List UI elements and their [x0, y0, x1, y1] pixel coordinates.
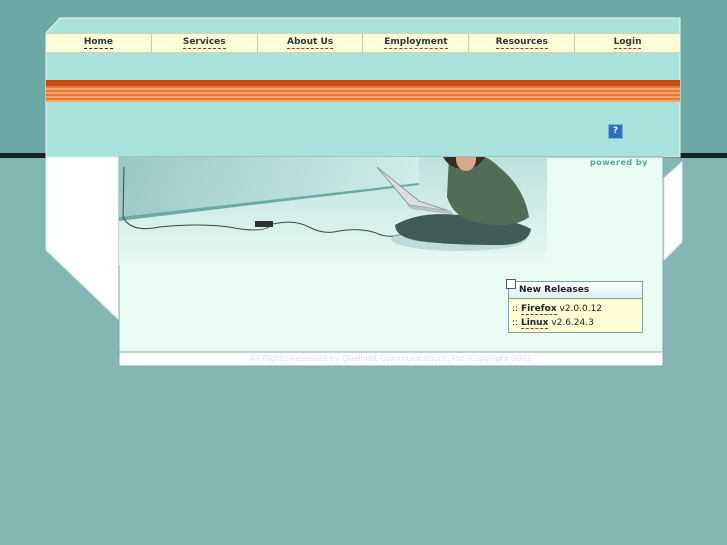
nav-resources-label: Resources: [495, 37, 548, 49]
powered-by-label: powered by: [590, 158, 648, 167]
help-icon[interactable]: ?: [608, 124, 623, 139]
header-stripe-light: [46, 86, 680, 102]
nav-about-us-label: About Us: [287, 37, 334, 49]
hero-photo: [119, 157, 547, 265]
nav-employment[interactable]: Employment: [363, 34, 470, 52]
nav-resources[interactable]: Resources: [469, 34, 576, 52]
new-releases-header: New Releases: [506, 279, 643, 299]
release-version: v2.0.0.12: [559, 304, 603, 314]
nav-about-us[interactable]: About Us: [258, 34, 364, 52]
list-item-prefix: ::: [512, 304, 519, 314]
release-link-linux[interactable]: Linux: [520, 318, 549, 329]
release-link-firefox[interactable]: Firefox: [520, 304, 557, 315]
main-navigation: Home Services About Us Employment Resour…: [46, 33, 680, 53]
new-releases-title: New Releases: [519, 285, 590, 295]
new-releases-panel: New Releases :: Firefox v2.0.0.12 :: Lin…: [506, 279, 643, 333]
footer-copyright: All Rights Reserved by Qualhost Communic…: [249, 354, 532, 363]
list-item: :: Firefox v2.0.0.12: [512, 302, 642, 316]
list-item-prefix: ::: [512, 318, 519, 328]
release-version: v2.6.24.3: [551, 318, 594, 328]
nav-employment-label: Employment: [384, 37, 448, 49]
nav-home[interactable]: Home: [46, 34, 152, 52]
nav-login-label: Login: [613, 37, 642, 49]
nav-home-label: Home: [83, 37, 114, 49]
new-releases-list: :: Firefox v2.0.0.12 :: Linux v2.6.24.3: [508, 299, 643, 333]
nav-services[interactable]: Services: [152, 34, 258, 52]
nav-login[interactable]: Login: [575, 34, 680, 52]
checkbox-icon[interactable]: [506, 279, 516, 289]
list-item: :: Linux v2.6.24.3: [512, 316, 642, 330]
nav-services-label: Services: [182, 37, 226, 49]
